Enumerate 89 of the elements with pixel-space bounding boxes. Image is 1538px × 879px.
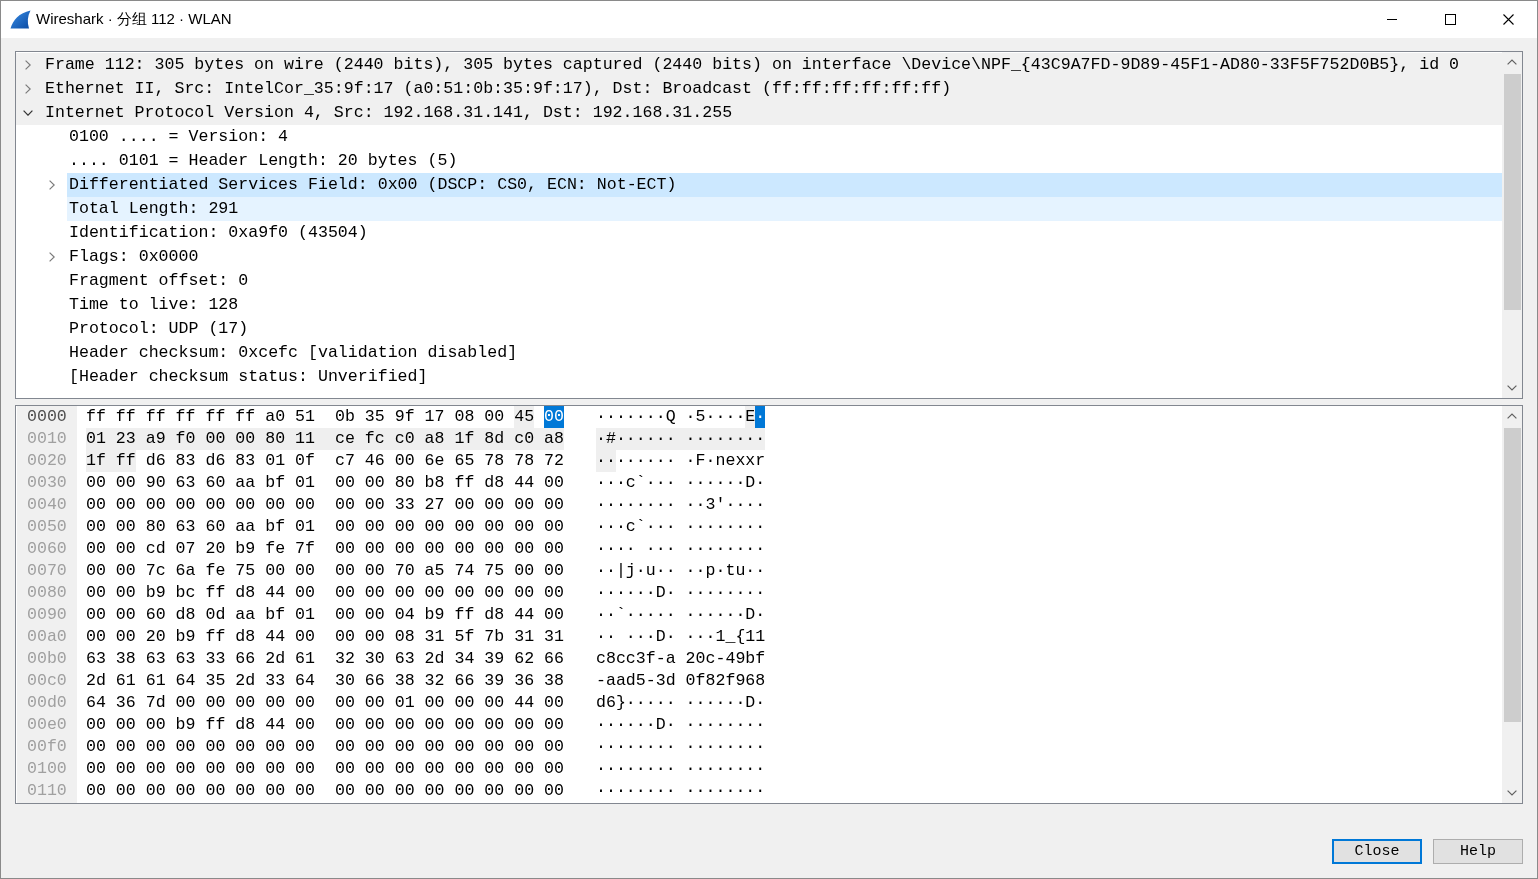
- hex-bytes: 64 36 7d 00 00 00 00 00 00 00 01 00 00 00 44 00: [86, 692, 564, 714]
- ascii-text: ········ ········: [596, 736, 766, 758]
- tree-item[interactable]: Total Length: 291: [67, 197, 1502, 221]
- ascii-text: ······D· ········: [596, 714, 766, 736]
- hex-bytes: 1f ff: [86, 450, 136, 472]
- hex-bytes: 00 00 00 00 00 00 00 00 00 00 00 00 00 00 00 00: [86, 780, 564, 802]
- byte-offset: 0010: [26, 428, 67, 450]
- byte-offset: 0050: [26, 516, 67, 538]
- ascii-text: ··: [596, 450, 616, 472]
- ascii-text: -aad5-3d 0f82f968: [596, 670, 766, 692]
- chevron-down-icon[interactable]: [1507, 790, 1517, 796]
- hex-bytes: 00 00 cd 07 20 b9 fe 7f 00 00 00 00 00 00 00 00: [86, 538, 564, 560]
- ascii-text: ···c`··· ········: [596, 516, 766, 538]
- hex-bytes: 00 00 80 63 60 aa bf 01 00 00 00 00 00 00 00 00: [86, 516, 564, 538]
- help-button[interactable]: Help: [1433, 839, 1523, 864]
- ascii-text: ······D· ········: [596, 582, 766, 604]
- byte-offset: 00f0: [26, 736, 67, 758]
- tree-item[interactable]: Flags: 0x0000: [67, 245, 1502, 269]
- hex-bytes: 00 00 b9 bc ff d8 44 00 00 00 00 00 00 00 00 00: [86, 582, 564, 604]
- hex-bytes: 00 00 00 00 00 00 00 00 00 00 00 00 00 00 00 00: [86, 758, 564, 780]
- chevron-down-icon[interactable]: [1507, 385, 1517, 391]
- ascii-text: ···c`··· ······D·: [596, 472, 766, 494]
- byte-offset: 00c0: [26, 670, 67, 692]
- close-button[interactable]: Close: [1332, 839, 1422, 864]
- ascii-text: ······ ·F·nexxr: [615, 450, 766, 472]
- ascii-text: E: [745, 406, 756, 428]
- hex-bytes: 00 00 60 d8 0d aa bf 01 00 00 04 b9 ff d8 44 00: [86, 604, 564, 626]
- chevron-right-icon[interactable]: [25, 60, 31, 70]
- hex-bytes: 00 00 00 00 00 00 00 00 00 00 33 27 00 00 00 00: [86, 494, 564, 516]
- ascii-text: ········ ········: [596, 780, 766, 802]
- ascii-text: ··|j·u·· ··p·tu··: [596, 560, 766, 582]
- byte-offset: 0000: [26, 406, 67, 428]
- byte-offset: 0090: [26, 604, 67, 626]
- tree-item[interactable]: .... 0101 = Header Length: 20 bytes (5): [67, 149, 1502, 173]
- byte-offset: 0070: [26, 560, 67, 582]
- chevron-down-icon[interactable]: [23, 110, 33, 116]
- hex-bytes: 00 00 90 63 60 aa bf 01 00 00 80 b8 ff d8 44 00: [86, 472, 564, 494]
- byte-offset: 0020: [26, 450, 67, 472]
- tree-item[interactable]: Identification: 0xa9f0 (43504): [67, 221, 1502, 245]
- ascii-text: ···· ··· ········: [596, 538, 766, 560]
- tree-item[interactable]: 0100 .... = Version: 4: [67, 125, 1502, 149]
- window-title: Wireshark · 分组 112 · WLAN: [36, 10, 232, 29]
- byte-offset: 00a0: [26, 626, 67, 648]
- byte-offset: 0040: [26, 494, 67, 516]
- hex-bytes: 00 00 7c 6a fe 75 00 00 00 00 70 a5 74 75 00 00: [86, 560, 564, 582]
- byte-offset: 00e0: [26, 714, 67, 736]
- ascii-text: d6}····· ······D·: [596, 692, 766, 714]
- hex-bytes: 01 23 a9 f0 00 00 80 11 ce fc c0 a8 1f 8d c0 a8: [86, 428, 564, 450]
- chevron-up-icon[interactable]: [1507, 413, 1517, 419]
- tree-item[interactable]: Protocol: UDP (17): [67, 317, 1502, 341]
- hex-bytes: 00 00 20 b9 ff d8 44 00 00 00 08 31 5f 7b 31 31: [86, 626, 564, 648]
- shark-fin-icon: [10, 10, 31, 29]
- chevron-right-icon[interactable]: [49, 180, 55, 190]
- ascii-text: ·· ···D· ···1_{11: [596, 626, 766, 648]
- byte-offset: 0110: [26, 780, 67, 802]
- hex-bytes: 45: [514, 406, 535, 428]
- hex-bytes: d6 83 d6 83 01 0f c7 46 00 6e 65 78 78 72: [145, 450, 564, 472]
- hex-bytes: 00 00 00 00 00 00 00 00 00 00 00 00 00 00 00 00: [86, 736, 564, 758]
- chevron-right-icon[interactable]: [25, 84, 31, 94]
- ascii-text: ·······Q ·5····: [596, 406, 746, 428]
- hex-bytes: ff ff ff ff ff ff a0 51 0b 35 9f 17 08 00: [86, 406, 505, 428]
- scrollbar-thumb[interactable]: [1503, 428, 1521, 722]
- ascii-text: ········ ········: [596, 758, 766, 780]
- byte-offset: 0060: [26, 538, 67, 560]
- close-icon: [1502, 14, 1514, 25]
- tree-item[interactable]: Header checksum: 0xcefc [validation disabled]: [67, 341, 1502, 365]
- byte-offset: 0030: [26, 472, 67, 494]
- ascii-text: c8cc3f-a 20c-49bf: [596, 648, 766, 670]
- chevron-right-icon[interactable]: [49, 252, 55, 262]
- hex-bytes: 2d 61 61 64 35 2d 33 64 30 66 38 32 66 39 36 38: [86, 670, 564, 692]
- hex-bytes: 00 00 00 b9 ff d8 44 00 00 00 00 00 00 00 00 00: [86, 714, 564, 736]
- ascii-text: ·: [755, 406, 766, 428]
- tree-item[interactable]: Differentiated Services Field: 0x00 (DSCP: CS0, ECN: Not-ECT): [67, 173, 1502, 197]
- tree-item[interactable]: [Header checksum status: Unverified]: [67, 365, 1502, 389]
- byte-offset: 0080: [26, 582, 67, 604]
- byte-offset: 00b0: [26, 648, 67, 670]
- byte-offset: 00d0: [26, 692, 67, 714]
- maximize-icon: [1444, 14, 1456, 25]
- scrollbar-thumb[interactable]: [1503, 74, 1521, 310]
- tree-item[interactable]: Fragment offset: 0: [67, 269, 1502, 293]
- ascii-text: ·#······ ········: [596, 428, 766, 450]
- chevron-up-icon[interactable]: [1507, 59, 1517, 65]
- ascii-text: ········ ··3'····: [596, 494, 766, 516]
- ascii-text: ··`····· ······D·: [596, 604, 766, 626]
- tree-item[interactable]: Time to live: 128: [67, 293, 1502, 317]
- byte-offset: 0100: [26, 758, 67, 780]
- hex-bytes: 63 38 63 63 33 66 2d 61 32 30 63 2d 34 39 62 66: [86, 648, 564, 670]
- hex-bytes: 00: [544, 406, 564, 428]
- minimize-icon: [1387, 19, 1397, 20]
